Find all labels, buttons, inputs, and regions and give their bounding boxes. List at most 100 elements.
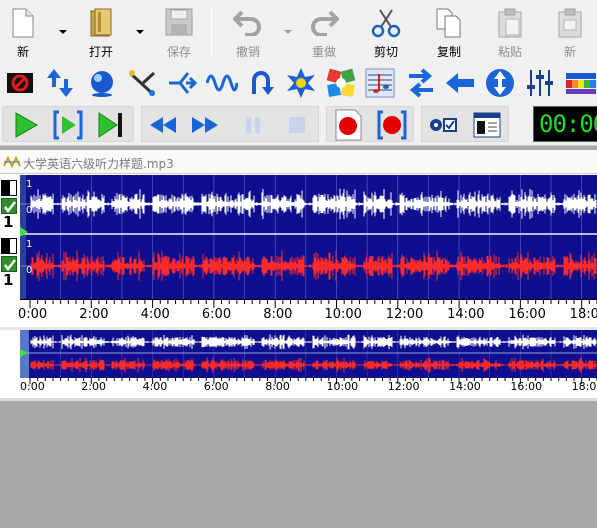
new-dropdown-arrow[interactable] bbox=[59, 30, 67, 34]
music-score-icon bbox=[365, 68, 395, 98]
right-scale-top: 1 bbox=[26, 239, 32, 250]
ruler-label: 0:00 bbox=[18, 307, 48, 322]
spectrum-tool-button[interactable] bbox=[565, 67, 597, 99]
ruler-label: 6:00 bbox=[201, 307, 232, 322]
shift-left-tool-button[interactable] bbox=[444, 67, 476, 99]
undo-button[interactable]: 撤销 bbox=[226, 0, 270, 64]
ruler-label: 10:00 bbox=[326, 380, 359, 393]
channel-number-right: 1 bbox=[3, 271, 14, 289]
copy-button[interactable]: 复制 bbox=[428, 0, 470, 64]
solo-toggle-right[interactable] bbox=[1, 238, 17, 254]
overview-waveform[interactable] bbox=[20, 330, 597, 378]
save-disk-icon bbox=[165, 8, 193, 36]
overview-timeline-ruler[interactable]: 0:00 2:00 4:00 6:00 8:00 10:00 12:00 14:00 16:00… bbox=[20, 378, 597, 398]
normalize-tool-button[interactable] bbox=[44, 67, 76, 99]
channel-enable-checkbox-left[interactable] bbox=[1, 198, 17, 214]
left-scale-top: 1 bbox=[26, 179, 32, 190]
paste-button[interactable]: 粘贴 bbox=[489, 0, 531, 64]
wave-tool-button[interactable] bbox=[206, 67, 238, 99]
crossfade-tool-button[interactable] bbox=[126, 67, 158, 99]
open-folder-icon bbox=[90, 8, 112, 37]
transport-toolbar: 00:00 bbox=[0, 102, 597, 146]
play-to-end-button[interactable] bbox=[93, 109, 127, 141]
ruler-label: 8:00 bbox=[263, 307, 293, 322]
stretch-tool-button[interactable] bbox=[484, 67, 516, 99]
main-toolbar: 新 打开 保存 撤销 重做 剪切 复制 粘贴 新 bbox=[0, 0, 597, 64]
paste-clipboard-icon bbox=[498, 8, 522, 38]
file-name: 大学英语六级听力样题.mp3 bbox=[23, 157, 174, 171]
swap-tool-button[interactable] bbox=[405, 67, 437, 99]
play-button[interactable] bbox=[9, 109, 43, 141]
vertical-arrows-icon bbox=[47, 69, 73, 97]
new-clipboard-button[interactable]: 新 bbox=[551, 0, 589, 64]
time-display-text: 00:00 bbox=[539, 110, 597, 138]
record-settings-button[interactable] bbox=[426, 109, 460, 141]
play-selection-button[interactable] bbox=[51, 109, 85, 141]
spectrum-icon bbox=[566, 73, 596, 94]
star-burst-icon bbox=[287, 68, 315, 98]
right-scale-zero: 0 bbox=[26, 265, 32, 276]
undo-icon bbox=[233, 10, 261, 36]
main-timeline-ruler[interactable]: 0:00 2:00 4:00 6:00 8:00 10:00 12:00 14:00 16:00… bbox=[18, 299, 597, 327]
new-clipboard-button-label: 新 bbox=[563, 45, 576, 59]
left-channel-controls: 1 bbox=[0, 180, 20, 240]
navigation-group bbox=[141, 106, 319, 142]
reverse-tool-button[interactable] bbox=[245, 67, 277, 99]
paste-button-label: 粘贴 bbox=[497, 45, 522, 59]
window-panel-icon bbox=[473, 112, 501, 138]
noise-tool-button[interactable] bbox=[4, 67, 36, 99]
save-button[interactable]: 保存 bbox=[158, 0, 200, 64]
open-dropdown-arrow[interactable] bbox=[136, 30, 144, 34]
effects-blocks-button[interactable] bbox=[325, 67, 357, 99]
redo-button-label: 重做 bbox=[311, 45, 336, 59]
main-waveform-view[interactable]: 1 0 1 0 bbox=[20, 175, 597, 299]
new-button[interactable]: 新 bbox=[4, 0, 42, 64]
cut-button[interactable]: 剪切 bbox=[365, 0, 407, 64]
solo-toggle-left[interactable] bbox=[1, 180, 17, 196]
burst-tool-button[interactable] bbox=[285, 67, 317, 99]
undo-dropdown-arrow[interactable] bbox=[284, 30, 292, 34]
toolbar-separator bbox=[211, 6, 212, 58]
rewind-button[interactable] bbox=[146, 109, 180, 141]
redo-button[interactable]: 重做 bbox=[302, 0, 346, 64]
editor-bottom-border bbox=[0, 398, 597, 401]
sphere-tool-button[interactable] bbox=[86, 67, 118, 99]
fast-forward-button[interactable] bbox=[188, 109, 222, 141]
record-new-button[interactable] bbox=[331, 109, 365, 141]
record-selection-button[interactable] bbox=[375, 109, 409, 141]
channel-enable-checkbox-right[interactable] bbox=[1, 256, 17, 272]
ruler-label: 14:00 bbox=[447, 307, 485, 322]
swap-arrows-icon bbox=[409, 68, 433, 98]
file-tab[interactable]: 大学英语六级听力样题.mp3 bbox=[0, 150, 597, 174]
stop-icon bbox=[289, 117, 305, 133]
redo-icon bbox=[311, 10, 339, 36]
open-button[interactable]: 打开 bbox=[80, 0, 122, 64]
ruler-label: 2:00 bbox=[79, 307, 109, 322]
crossfade-icon bbox=[128, 70, 156, 97]
ruler-label: 18:00 bbox=[569, 307, 597, 322]
mixer-tool-button[interactable] bbox=[524, 67, 556, 99]
waveform-file-icon bbox=[3, 156, 21, 168]
open-button-label: 打开 bbox=[88, 45, 113, 59]
record-checkbox-icon bbox=[430, 118, 457, 132]
up-down-circle-icon bbox=[486, 69, 514, 97]
ruler-label: 8:00 bbox=[265, 380, 290, 393]
left-arrow-icon bbox=[446, 73, 474, 93]
ruler-label: 16:00 bbox=[508, 307, 546, 322]
undo-button-label: 撤销 bbox=[235, 45, 260, 59]
fork-arrow-icon bbox=[169, 72, 198, 94]
pause-button[interactable] bbox=[236, 109, 270, 141]
music-tool-button[interactable] bbox=[364, 67, 396, 99]
rewind-icon bbox=[150, 117, 176, 133]
record-selection-icon bbox=[377, 110, 407, 140]
fork-tool-button[interactable] bbox=[166, 67, 198, 99]
window-view-button[interactable] bbox=[470, 109, 504, 141]
new-document-icon bbox=[12, 8, 34, 38]
stop-button[interactable] bbox=[280, 109, 314, 141]
fast-forward-icon bbox=[192, 117, 218, 133]
color-blocks-icon bbox=[326, 68, 356, 97]
ruler-label: 16:00 bbox=[510, 380, 543, 393]
save-button-label: 保存 bbox=[166, 45, 191, 59]
ruler-label: 4:00 bbox=[142, 380, 168, 393]
effects-toolbar bbox=[0, 64, 597, 102]
